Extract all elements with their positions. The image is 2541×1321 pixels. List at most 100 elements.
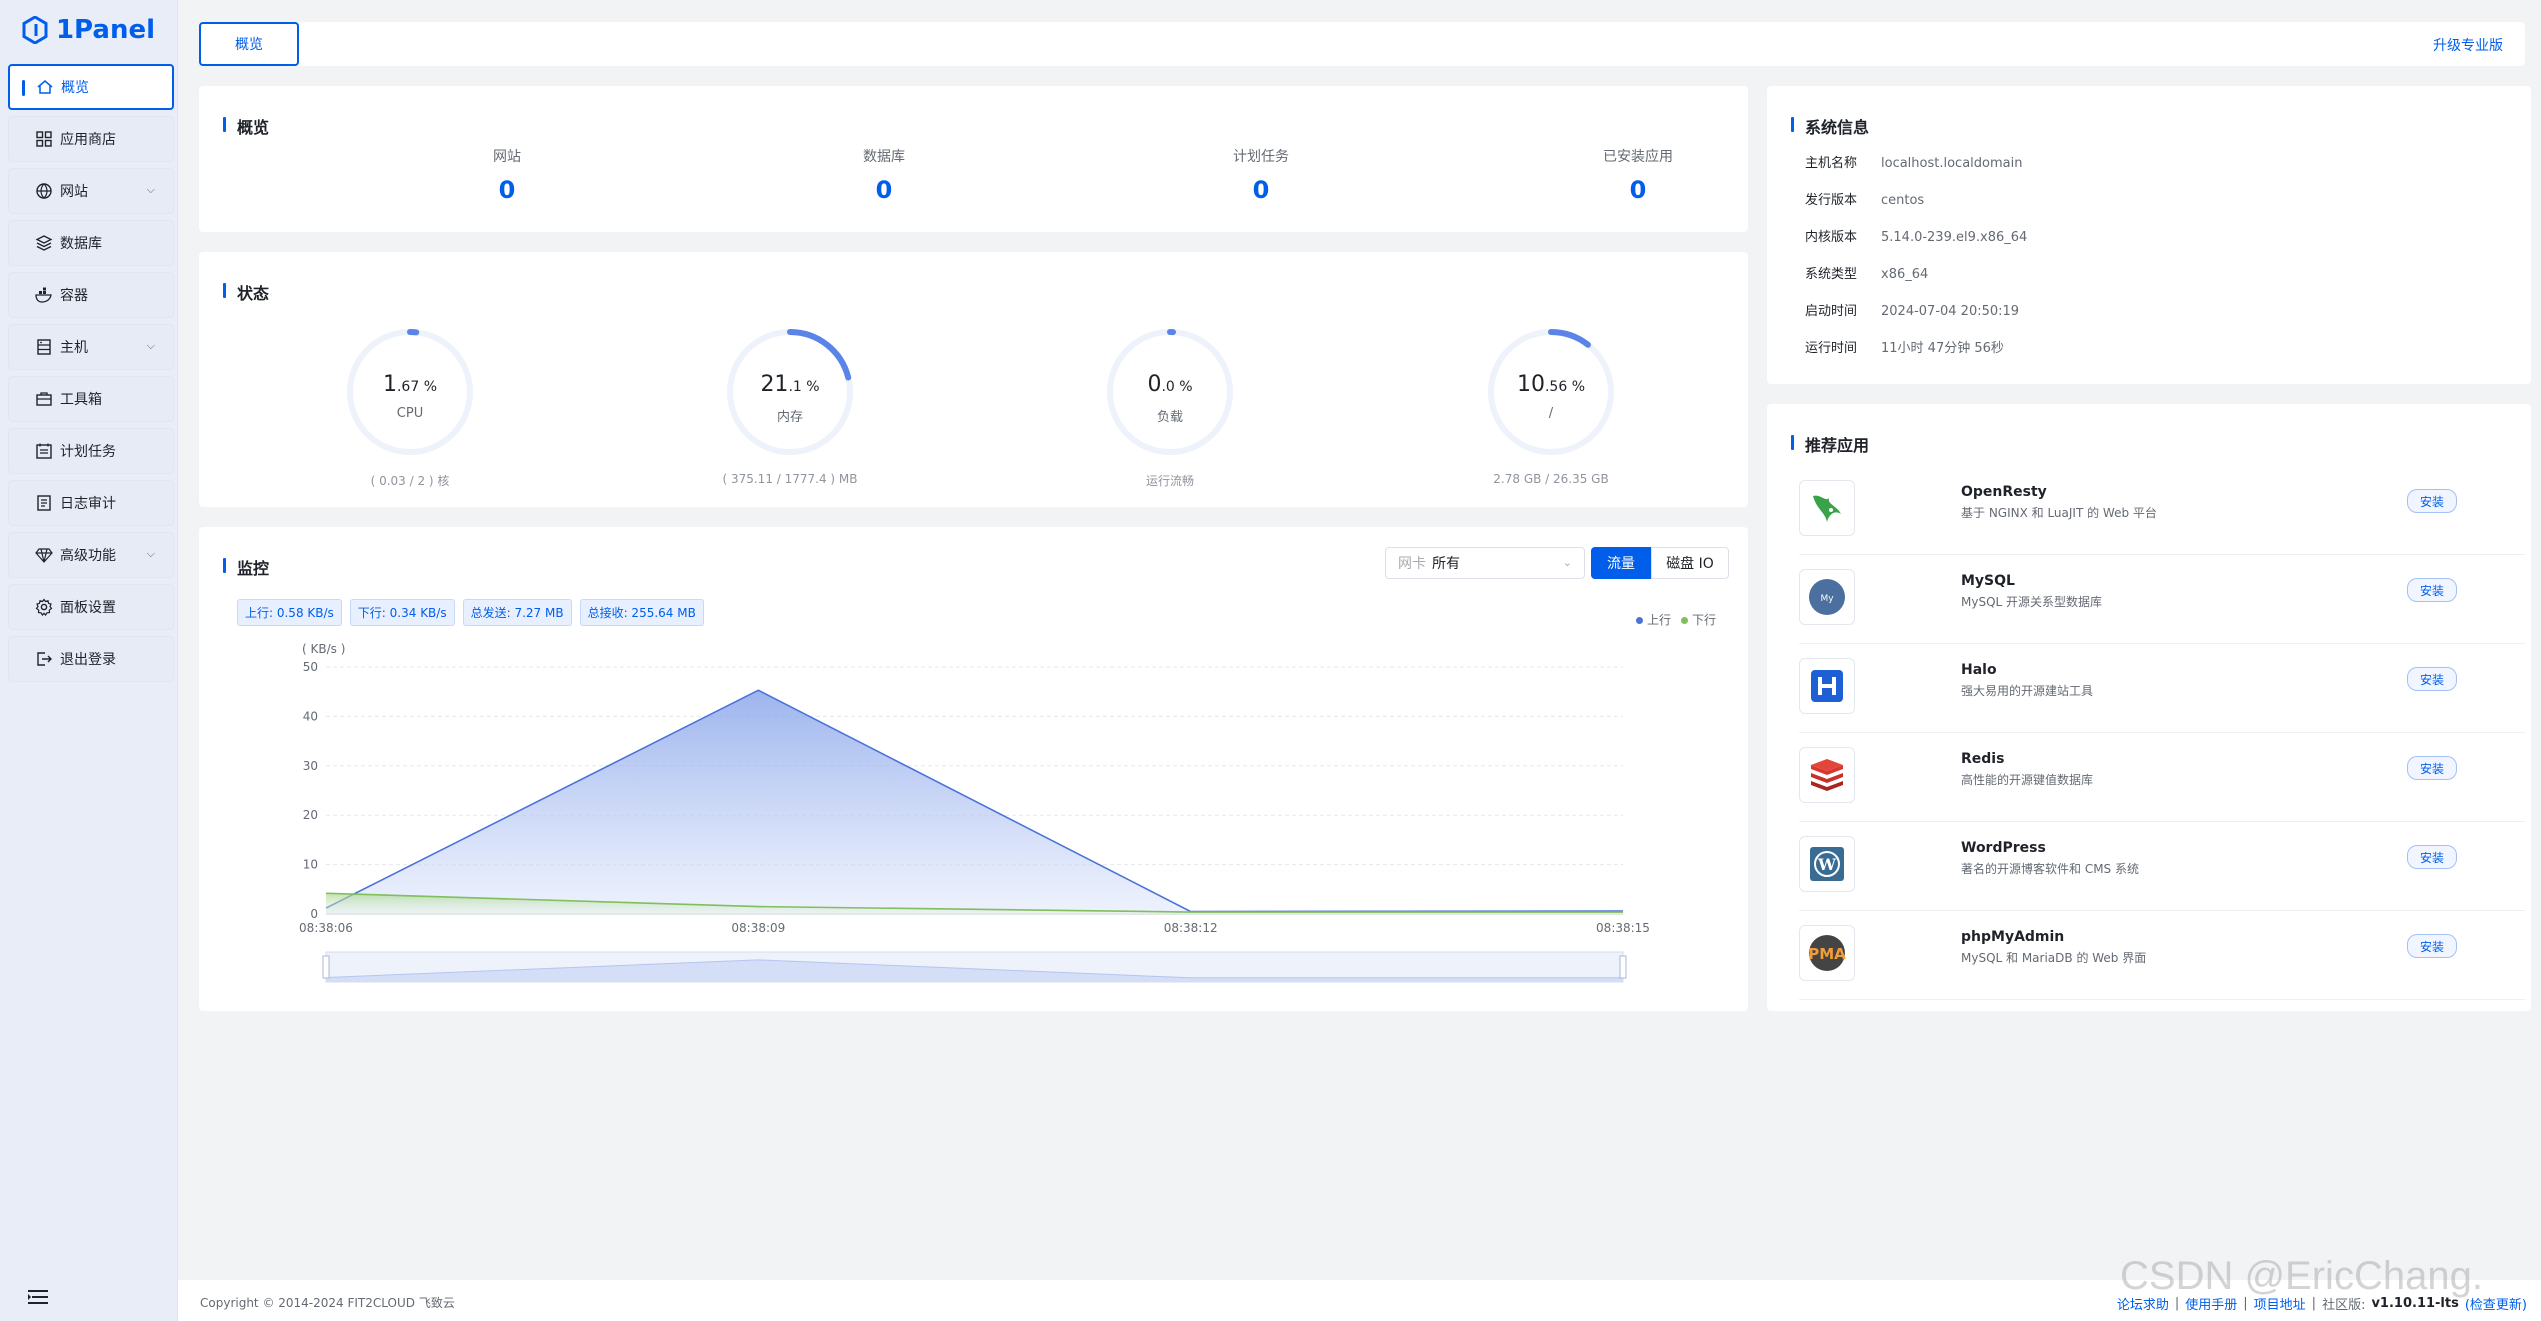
chevron-down-icon[interactable]: ⌵: [147, 547, 155, 561]
app-name[interactable]: Redis: [1961, 751, 2004, 767]
menu-collapse-icon[interactable]: [28, 1289, 48, 1305]
overview-databases[interactable]: 数据库 0: [784, 146, 984, 204]
status-gauge: 1.67 % CPU: [340, 322, 480, 462]
top-bar: 概览 升级专业版: [199, 22, 2525, 66]
server-icon: [35, 338, 53, 356]
sidebar-item-label: 退出登录: [60, 652, 116, 668]
zoom-handle-right[interactable]: [1619, 955, 1627, 979]
system-info-key: 启动时间: [1805, 304, 1858, 319]
sidebar-item-server[interactable]: 主机 ⌵: [8, 324, 174, 370]
sidebar-item-home[interactable]: 概览: [8, 64, 174, 110]
gauge-value-int: 10: [1516, 372, 1545, 397]
sidebar-item-calendar[interactable]: 计划任务: [8, 428, 174, 474]
mysql-icon[interactable]: My: [1799, 569, 1855, 625]
chevron-down-icon[interactable]: ⌵: [147, 339, 155, 353]
install-button[interactable]: 安装: [2407, 489, 2457, 513]
sidebar-item-diamond[interactable]: 高级功能 ⌵: [8, 532, 174, 578]
y-tick-label: 40: [303, 709, 318, 723]
overview-card: 概览 网站 0 数据库 0 计划任务 0 已安装应用 0: [199, 86, 1748, 232]
gauge-value-int: 21: [760, 372, 789, 397]
tab-overview[interactable]: 概览: [199, 22, 299, 66]
app-wordpress: W WordPress 著名的开源博客软件和 CMS 系统 安装: [1799, 822, 2525, 911]
status-gauge: 21.1 % 内存: [720, 322, 860, 462]
gauge-value-dec: .1 %: [788, 379, 820, 395]
install-button[interactable]: 安装: [2407, 578, 2457, 602]
gauge-name: /: [1548, 406, 1554, 421]
sidebar-item-gear[interactable]: 面板设置: [8, 584, 174, 630]
app-name[interactable]: WordPress: [1961, 840, 2046, 856]
sidebar-item-database[interactable]: 数据库: [8, 220, 174, 266]
svg-text:My: My: [1820, 594, 1834, 604]
network-chart: ( KB/s ) 0 10 20 30 40 50 08:38:06 08:38:09 08:38…: [299, 642, 1650, 983]
install-button[interactable]: 安装: [2407, 667, 2457, 691]
app-redis: Redis 高性能的开源键值数据库 安装: [1799, 733, 2525, 822]
sidebar-item-logout[interactable]: 退出登录: [8, 636, 174, 682]
chevron-down-icon[interactable]: ⌵: [147, 183, 155, 197]
app-phpmyadmin: PMA phpMyAdmin MySQL 和 MariaDB 的 Web 界面 安装: [1799, 911, 2525, 1000]
system-info-key: 主机名称: [1805, 156, 1858, 171]
database-icon: [35, 234, 53, 252]
halo-icon[interactable]: [1799, 658, 1855, 714]
phpmyadmin-icon[interactable]: PMA: [1799, 925, 1855, 981]
sidebar-item-toolbox[interactable]: 工具箱: [8, 376, 174, 422]
y-tick-label: 0: [310, 907, 318, 921]
upgrade-pro-link[interactable]: 升级专业版: [2433, 35, 2503, 55]
overview-websites[interactable]: 网站 0: [407, 146, 607, 204]
system-info-key: 发行版本: [1805, 193, 1858, 208]
sidebar-item-label: 网站: [60, 184, 88, 200]
install-button[interactable]: 安装: [2407, 756, 2457, 780]
status-gauge: 0.0 % 负载: [1100, 322, 1240, 462]
app-description: 高性能的开源键值数据库: [1961, 773, 2094, 787]
sidebar-item-label: 应用商店: [60, 132, 116, 148]
app-description: 强大易用的开源建站工具: [1961, 684, 2094, 698]
sidebar-item-globe[interactable]: 网站 ⌵: [8, 168, 174, 214]
zoom-handle-left[interactable]: [322, 955, 330, 979]
app-description: MySQL 开源关系型数据库: [1961, 595, 2103, 609]
svg-text:W: W: [1817, 855, 1837, 874]
system-info-value: 2024-07-04 20:50:19: [1881, 304, 2020, 319]
gauge-value-int: 1: [382, 372, 397, 397]
system-info-key: 内核版本: [1805, 230, 1858, 245]
wordpress-icon[interactable]: W: [1799, 836, 1855, 892]
sidebar-item-label: 计划任务: [60, 444, 116, 460]
overview-cron-jobs[interactable]: 计划任务 0: [1161, 146, 1361, 204]
system-info-value: 11小时 47分钟 56秒: [1881, 341, 2004, 356]
docker-icon: [35, 286, 53, 304]
sidebar-item-label: 面板设置: [60, 600, 116, 616]
app-name[interactable]: Halo: [1961, 662, 1997, 678]
install-button[interactable]: 安装: [2407, 934, 2457, 958]
y-tick-label: 50: [303, 660, 318, 674]
x-tick-label: 08:38:15: [1596, 921, 1650, 935]
logo[interactable]: 1Panel: [0, 0, 177, 60]
app-openresty: OpenResty 基于 NGINX 和 LuaJIT 的 Web 平台 安装: [1799, 466, 2525, 555]
diamond-icon: [35, 546, 53, 564]
apps-grid-icon: [35, 130, 53, 148]
gear-icon: [35, 598, 53, 616]
sidebar-item-log[interactable]: 日志审计: [8, 480, 174, 526]
system-info-key: 系统类型: [1805, 267, 1858, 282]
system-info-title: 系统信息: [1791, 114, 1869, 138]
sidebar-item-docker[interactable]: 容器: [8, 272, 174, 318]
system-info-row: 发行版本 centos: [1805, 189, 1924, 208]
calendar-icon: [35, 442, 53, 460]
brand-name: 1Panel: [55, 15, 156, 45]
overview-value: 0: [1252, 176, 1270, 204]
sidebar-item-apps-grid[interactable]: 应用商店: [8, 116, 174, 162]
redis-icon[interactable]: [1799, 747, 1855, 803]
app-name[interactable]: phpMyAdmin: [1961, 929, 2064, 945]
install-button[interactable]: 安装: [2407, 845, 2457, 869]
app-name[interactable]: MySQL: [1961, 573, 2015, 589]
gauge-subtitle: 运行流畅: [1145, 474, 1194, 488]
log-icon: [35, 494, 53, 512]
overview-value: 0: [875, 176, 893, 204]
home-icon: [36, 78, 54, 96]
system-info-value: 5.14.0-239.el9.x86_64: [1881, 230, 2028, 245]
sidebar-menu: 概览应用商店网站 ⌵ 数据库容器主机 ⌵ 工具箱计划任务日志审计高级功能 ⌵ 面板设置退出登…: [0, 60, 177, 692]
x-tick-label: 08:38:12: [1164, 921, 1218, 935]
system-info-value: x86_64: [1881, 267, 1929, 282]
globe-icon: [35, 182, 53, 200]
gauge-value-int: 0: [1147, 372, 1162, 397]
app-name[interactable]: OpenResty: [1961, 484, 2047, 500]
overview-installed-apps[interactable]: 已安装应用 0: [1538, 146, 1738, 204]
openresty-icon[interactable]: [1799, 480, 1855, 536]
